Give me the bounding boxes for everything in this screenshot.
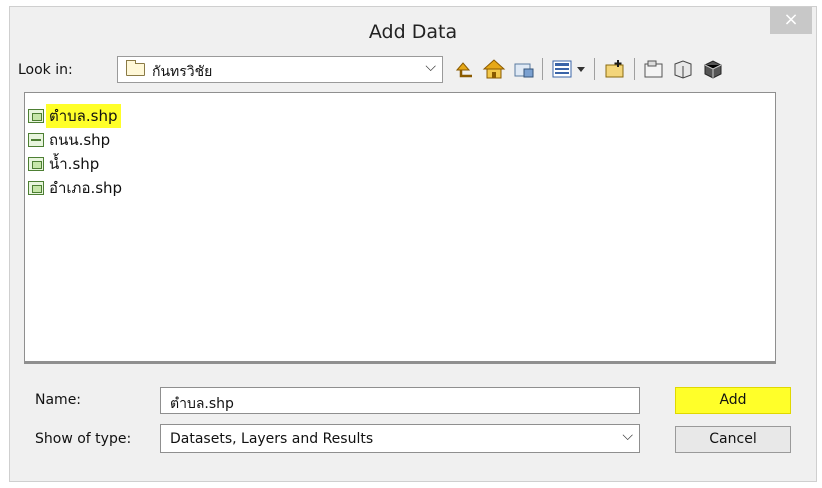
new-table-icon[interactable]: [670, 56, 696, 82]
list-item[interactable]: ถนน.shp: [28, 129, 113, 151]
up-one-level-icon[interactable]: [451, 56, 477, 82]
dialog-title: Add Data: [368, 21, 458, 43]
look-in-label: Look in:: [18, 62, 73, 78]
chevron-down-icon: ⌵: [622, 428, 633, 444]
toolbar-separator: [634, 58, 635, 80]
name-input[interactable]: ตำบล.shp: [160, 387, 640, 414]
view-dropdown-icon[interactable]: [574, 56, 588, 82]
close-icon: ×: [783, 9, 799, 30]
cancel-button[interactable]: Cancel: [675, 426, 791, 453]
show-of-type-value: Datasets, Layers and Results: [170, 431, 374, 447]
close-button[interactable]: ×: [770, 7, 812, 34]
toolbox-icon[interactable]: [700, 56, 726, 82]
new-file-icon[interactable]: [641, 56, 667, 82]
file-name: ตำบล.shp: [46, 104, 121, 128]
file-name: ถนน.shp: [49, 131, 111, 149]
name-label: Name:: [35, 392, 82, 408]
home-icon[interactable]: [481, 56, 507, 82]
chevron-down-icon: ⌵: [425, 59, 436, 75]
connect-folder-icon[interactable]: [511, 56, 537, 82]
folder-icon: [126, 60, 145, 76]
polygon-feature-icon: [28, 109, 44, 123]
show-of-type-dropdown[interactable]: Datasets, Layers and Results ⌵: [160, 424, 640, 453]
toolbar-separator: [542, 58, 543, 80]
new-folder-icon[interactable]: [602, 56, 628, 82]
look-in-value: กันทรวิชัย: [152, 64, 213, 80]
list-item[interactable]: ตำบล.shp: [28, 104, 121, 128]
list-item[interactable]: น้ำ.shp: [28, 153, 102, 175]
list-view-icon[interactable]: [549, 56, 575, 82]
add-button[interactable]: Add: [675, 387, 791, 414]
look-in-dropdown[interactable]: กันทรวิชัย ⌵: [117, 56, 443, 83]
show-of-type-label: Show of type:: [35, 431, 132, 447]
file-name: น้ำ.shp: [49, 155, 100, 173]
title-bar: Add Data ×: [10, 7, 816, 55]
line-feature-icon: [28, 133, 44, 147]
polygon-feature-icon: [28, 181, 44, 195]
toolbar-separator: [594, 58, 595, 80]
file-name: อำเภอ.shp: [49, 179, 123, 197]
list-item[interactable]: อำเภอ.shp: [28, 177, 125, 199]
polygon-feature-icon: [28, 157, 44, 171]
file-list[interactable]: ตำบล.shp ถนน.shp น้ำ.shp อำเภอ.shp: [24, 92, 776, 364]
